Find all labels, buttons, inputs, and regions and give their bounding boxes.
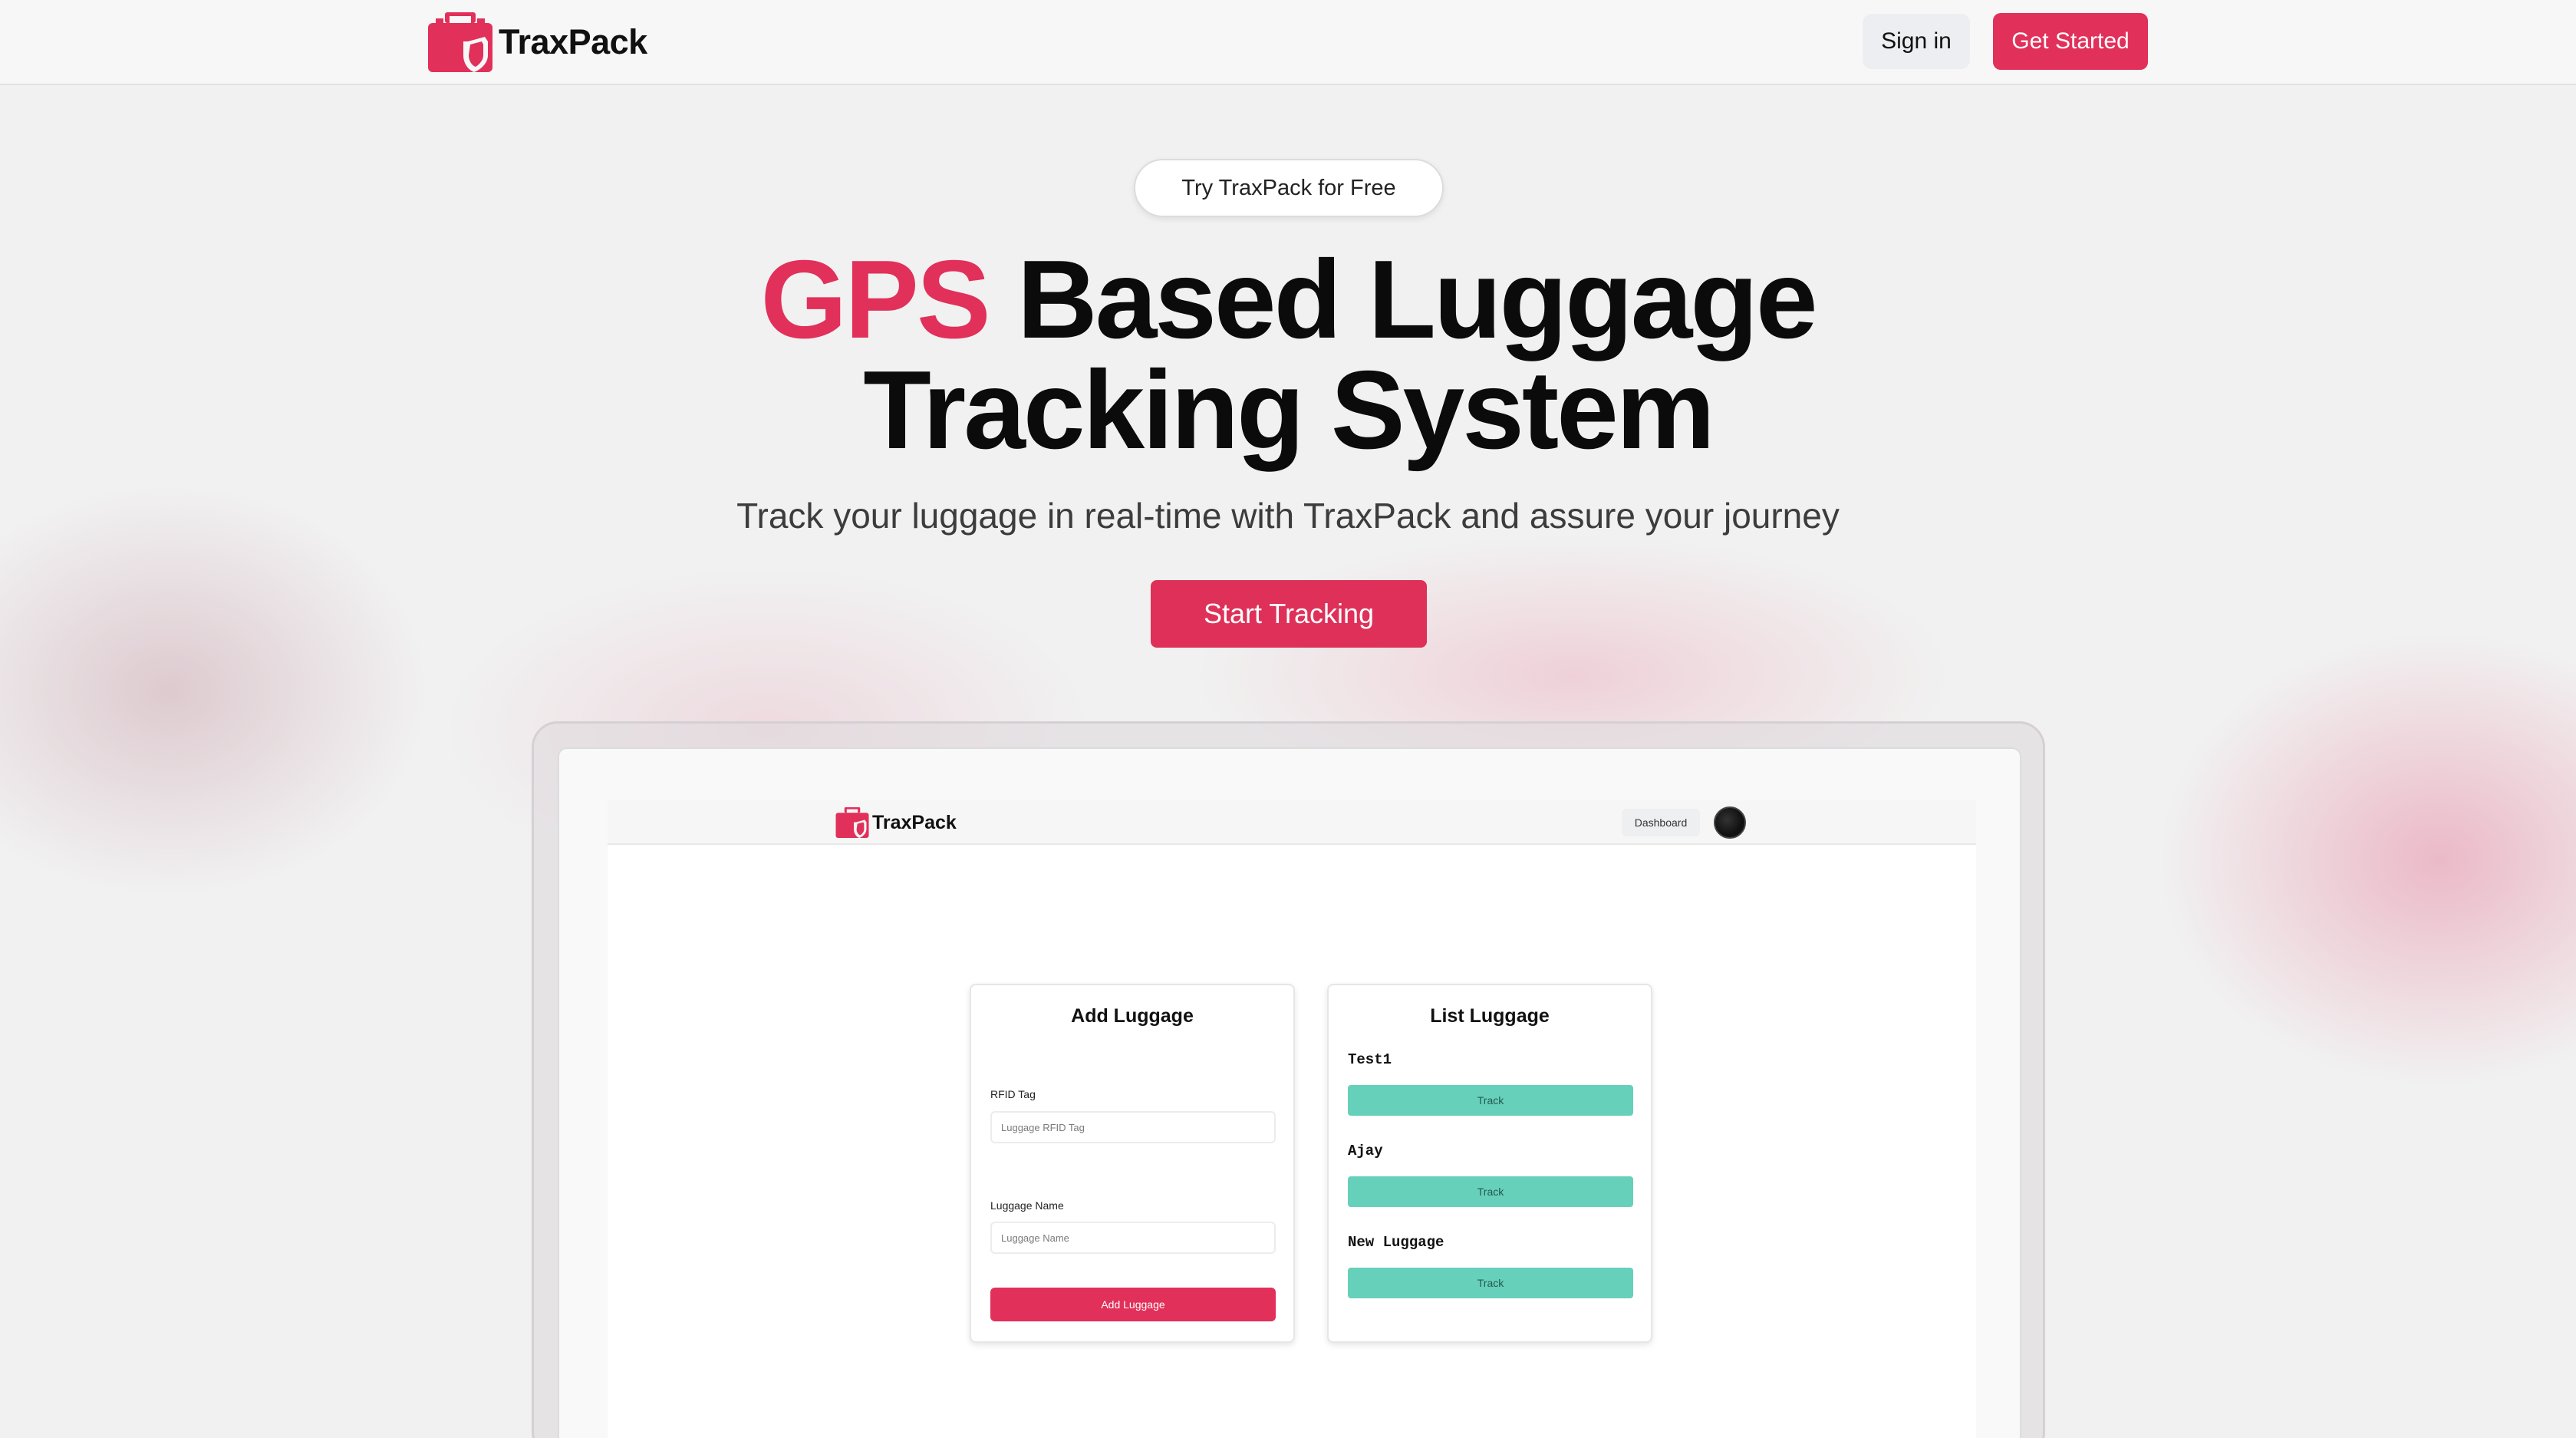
luggage-name-label: Luggage Name <box>990 1199 1064 1212</box>
device-mockup: TraxPack Dashboard Add Luggage RFID Tag … <box>532 721 2045 1438</box>
brand-name: TraxPack <box>499 22 647 61</box>
hero-title-accent: GPS <box>760 237 990 361</box>
app-navbar: TraxPack Dashboard <box>608 800 1976 845</box>
list-luggage-card: List Luggage Test1 Track Ajay Track New … <box>1327 984 1652 1343</box>
get-started-button[interactable]: Get Started <box>1993 13 2148 70</box>
device-screen: TraxPack Dashboard Add Luggage RFID Tag … <box>558 747 2021 1438</box>
hero-title-line1: Based Luggage <box>988 237 1818 361</box>
hero-title-line2: Tracking System <box>863 348 1715 472</box>
hero-subtitle: Track your luggage in real-time with Tra… <box>736 496 1840 536</box>
luggage-name-input[interactable] <box>990 1222 1276 1254</box>
app-preview: TraxPack Dashboard Add Luggage RFID Tag … <box>608 800 1976 1438</box>
rfid-tag-label: RFID Tag <box>990 1088 1036 1100</box>
app-brand-logo[interactable]: TraxPack <box>835 806 957 839</box>
list-item-name: Test1 <box>1348 1051 1392 1068</box>
list-luggage-title: List Luggage <box>1430 1005 1550 1027</box>
dashboard-button[interactable]: Dashboard <box>1622 809 1700 836</box>
track-button[interactable]: Track <box>1348 1268 1633 1298</box>
user-avatar[interactable] <box>1714 806 1746 839</box>
sign-in-button[interactable]: Sign in <box>1863 14 1970 69</box>
luggage-shield-icon <box>428 12 492 72</box>
track-button[interactable]: Track <box>1348 1176 1633 1207</box>
rfid-tag-input[interactable] <box>990 1111 1276 1143</box>
app-brand-name: TraxPack <box>872 811 957 833</box>
luggage-shield-icon <box>835 807 869 838</box>
brand-logo[interactable]: TraxPack <box>428 11 647 74</box>
start-tracking-button[interactable]: Start Tracking <box>1151 580 1427 648</box>
track-button[interactable]: Track <box>1348 1085 1633 1116</box>
top-navbar: TraxPack Sign in Get Started <box>0 0 2576 85</box>
add-luggage-title: Add Luggage <box>1071 1005 1194 1027</box>
try-free-pill[interactable]: Try TraxPack for Free <box>1134 159 1444 217</box>
add-luggage-card: Add Luggage RFID Tag Luggage Name Add Lu… <box>970 984 1295 1343</box>
hero-title: GPS Based Luggage Tracking System <box>0 244 2576 466</box>
list-item-name: Ajay <box>1348 1143 1383 1159</box>
list-item-name: New Luggage <box>1348 1234 1444 1251</box>
add-luggage-button[interactable]: Add Luggage <box>990 1288 1276 1321</box>
